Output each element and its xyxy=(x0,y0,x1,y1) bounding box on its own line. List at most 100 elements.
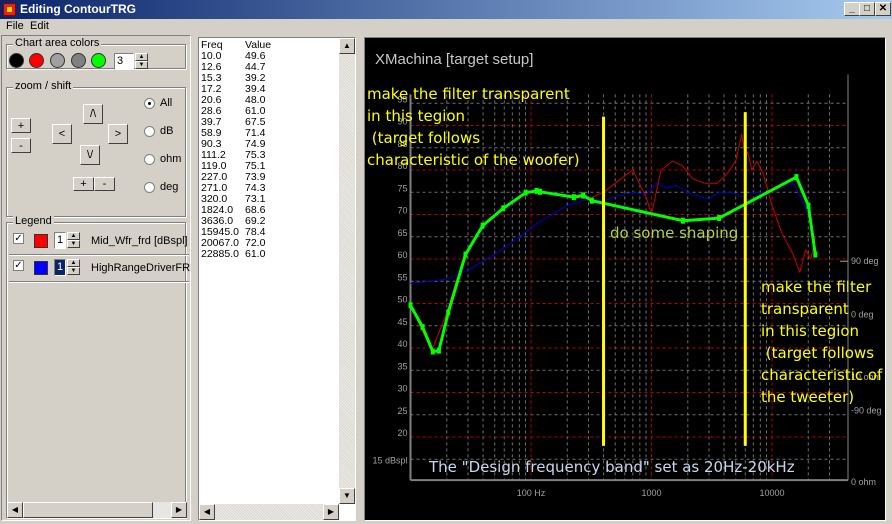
scroll-thumb[interactable] xyxy=(23,502,153,518)
legend-item-label: Mid_Wfr_frd [dBspl] xyxy=(91,235,188,247)
target-point[interactable] xyxy=(581,192,586,199)
legend-width-stepper[interactable]: ▲ ▼ xyxy=(67,232,80,249)
y-tick-label: 70 xyxy=(397,206,407,216)
list-row[interactable]: 22885.0 61.0 xyxy=(201,249,265,260)
h-zoom-in-button[interactable]: + xyxy=(73,177,94,191)
line-width-input[interactable]: 3 xyxy=(114,53,134,70)
scroll-right-icon[interactable]: ▶ xyxy=(171,502,187,518)
y-tick-label: 40 xyxy=(397,339,407,349)
scroll-left-icon[interactable]: ◀ xyxy=(7,502,23,518)
spin-up-icon[interactable]: ▲ xyxy=(135,53,148,61)
data-list-hscrollbar[interactable]: ◀ ▶ xyxy=(199,504,339,520)
target-point[interactable] xyxy=(408,302,413,309)
y-tick-label: 30 xyxy=(397,384,407,394)
menu-edit[interactable]: Edit xyxy=(30,20,49,32)
scroll-down-icon[interactable]: ▼ xyxy=(339,488,355,504)
y-tick-label: 45 xyxy=(397,317,407,327)
minimize-button[interactable]: _ xyxy=(844,2,860,16)
target-point[interactable] xyxy=(813,251,818,258)
maximize-button[interactable]: □ xyxy=(859,2,875,16)
annotation-left-line: in this tegion xyxy=(367,107,465,125)
legend-width-input[interactable]: 1 xyxy=(54,232,66,249)
color-swatch-lightgray[interactable] xyxy=(50,53,65,68)
x-tick-label: 1000 xyxy=(641,488,661,498)
frequency-response-chart[interactable]: XMachina [target setup]95908580757065605… xyxy=(365,38,885,520)
legend-color-swatch[interactable] xyxy=(34,261,48,275)
y-tick-label: 20 xyxy=(397,428,407,438)
color-swatch-red[interactable] xyxy=(29,53,44,68)
target-point[interactable] xyxy=(794,174,799,181)
data-list[interactable]: Freq Value 10.0 49.6 12.6 44.7 15.3 39.2 17.2 39… xyxy=(198,37,356,521)
target-point[interactable] xyxy=(589,197,594,204)
radio-ohm[interactable]: ohm xyxy=(144,153,181,165)
radio-deg[interactable]: deg xyxy=(144,181,178,193)
shift-right-button[interactable]: > xyxy=(108,124,128,144)
target-point[interactable] xyxy=(534,187,539,194)
target-point[interactable] xyxy=(806,202,811,209)
target-point[interactable] xyxy=(430,348,435,355)
radio-db-label: dB xyxy=(160,125,174,137)
legend-width-input[interactable]: 1 xyxy=(54,259,66,276)
legend-item: ✓ 1 ▲▼ HighRangeDriverFRD [ xyxy=(9,256,191,282)
legend-checkbox[interactable]: ✓ xyxy=(13,260,24,271)
target-point[interactable] xyxy=(446,309,451,316)
y-tick-label: 15 dBspl xyxy=(372,455,407,465)
annotation-right-line: (target follows xyxy=(761,344,874,362)
y-tick-label: 75 xyxy=(397,183,407,193)
target-point[interactable] xyxy=(463,251,468,258)
y-tick-label: 50 xyxy=(397,295,407,305)
line-width-stepper[interactable]: ▲ ▼ xyxy=(135,53,148,70)
x-tick-label: 10000 xyxy=(759,488,784,498)
radio-db[interactable]: dB xyxy=(144,125,173,137)
chart-area-colors-label: Chart area colors xyxy=(13,37,102,49)
annotation-left-line: characteristic of the woofer) xyxy=(367,151,580,169)
close-button[interactable]: ✕ xyxy=(875,2,891,16)
target-point[interactable] xyxy=(436,347,441,354)
annotation-middle: do some shaping xyxy=(610,224,738,242)
target-point[interactable] xyxy=(680,217,685,224)
annotation-bottom: The "Design frequency band" set as 20Hz-… xyxy=(428,458,795,476)
zoom-in-button[interactable]: + xyxy=(11,118,31,133)
y-tick-label: 60 xyxy=(397,250,407,260)
shift-down-button[interactable]: \/ xyxy=(80,145,100,165)
menu-file[interactable]: File xyxy=(6,20,24,32)
radio-all[interactable]: All xyxy=(144,97,172,109)
zoom-out-button[interactable]: - xyxy=(11,138,31,153)
legend-item: ✓ 1 ▲ ▼ Mid_Wfr_frd [dBspl] xyxy=(9,229,189,255)
legend-width-stepper[interactable]: ▲ ▼ xyxy=(67,259,80,276)
right-axis-label: 0 deg xyxy=(851,310,874,320)
h-zoom-out-button[interactable]: - xyxy=(94,177,115,191)
color-swatch-gray[interactable] xyxy=(71,53,86,68)
legend-checkbox[interactable]: ✓ xyxy=(13,233,24,244)
color-swatch-black[interactable] xyxy=(9,53,24,68)
scroll-up-icon[interactable]: ▲ xyxy=(339,38,355,54)
x-tick-label: 100 Hz xyxy=(517,488,546,498)
legend-color-swatch[interactable] xyxy=(34,234,48,248)
target-point[interactable] xyxy=(501,205,506,212)
target-point[interactable] xyxy=(717,215,722,222)
target-point[interactable] xyxy=(571,194,576,201)
scroll-left-icon[interactable]: ◀ xyxy=(199,504,215,520)
shift-up-button[interactable]: /\ xyxy=(83,104,103,124)
color-swatch-green[interactable] xyxy=(91,53,106,68)
y-tick-label: 55 xyxy=(397,272,407,282)
app-icon xyxy=(3,3,16,16)
radio-deg-label: deg xyxy=(160,181,179,193)
legend-label: Legend xyxy=(13,215,54,227)
target-point[interactable] xyxy=(538,188,543,195)
target-point[interactable] xyxy=(523,189,528,196)
target-point[interactable] xyxy=(480,222,485,229)
data-list-vscrollbar[interactable]: ▲ ▼ xyxy=(339,38,355,504)
left-panel: Chart area colors 3 ▲ ▼ zoom / shift + - … xyxy=(1,35,191,521)
title-bar: Editing ContourTRG _ □ ✕ xyxy=(0,0,892,19)
shift-left-button[interactable]: < xyxy=(52,124,72,144)
menu-bar: File Edit xyxy=(0,19,892,33)
scroll-right-icon[interactable]: ▶ xyxy=(323,504,339,520)
legend-hscrollbar[interactable]: ◀ ▶ xyxy=(7,502,187,518)
target-point[interactable] xyxy=(420,324,425,331)
annotation-right-line: characteristic of xyxy=(761,366,883,384)
spin-down-icon[interactable]: ▼ xyxy=(135,61,148,69)
y-tick-label: 25 xyxy=(397,406,407,416)
radio-ohm-label: ohm xyxy=(160,153,182,165)
radio-all-label: All xyxy=(160,97,173,109)
